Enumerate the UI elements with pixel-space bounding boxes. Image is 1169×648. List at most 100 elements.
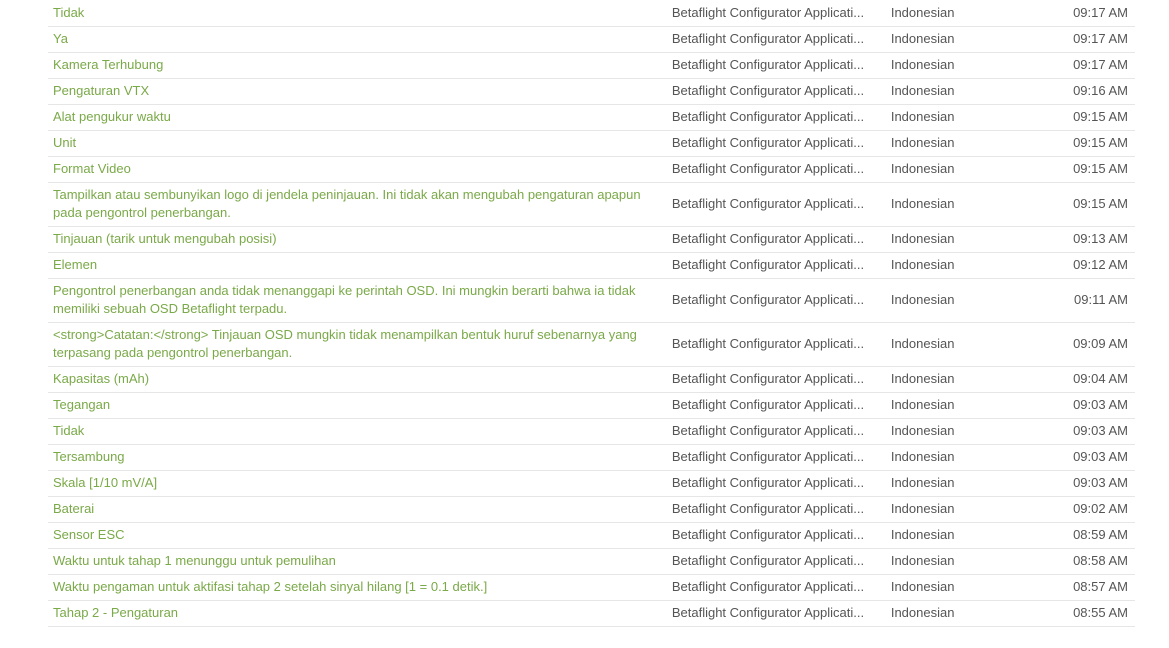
timestamp: 09:11 AM [1041, 278, 1135, 323]
table-row: Kapasitas (mAh) Betaflight Configurator A… [48, 366, 1135, 393]
table-row: Waktu untuk tahap 1 menunggu untuk pemul… [48, 548, 1135, 575]
table-row: Waktu pengaman untuk aktifasi tahap 2 se… [48, 574, 1135, 601]
project-name: Betaflight Configurator Applicati... [667, 444, 886, 471]
timestamp: 09:03 AM [1041, 392, 1135, 419]
language-name: Indonesian [885, 470, 1042, 497]
activity-rows: Tidak Betaflight Configurator Applicati..… [48, 0, 1135, 627]
timestamp: 08:59 AM [1041, 522, 1135, 549]
language-name: Indonesian [885, 418, 1042, 445]
project-name: Betaflight Configurator Applicati... [667, 78, 886, 105]
language-name: Indonesian [885, 0, 1042, 27]
project-name: Betaflight Configurator Applicati... [667, 252, 886, 279]
string-link[interactable]: Baterai [53, 500, 668, 518]
string-link[interactable]: <strong>Catatan:</strong> Tinjauan OSD m… [53, 326, 668, 362]
table-row: Tidak Betaflight Configurator Applicati..… [48, 0, 1135, 27]
table-row: Format Video Betaflight Configurator Appl… [48, 156, 1135, 183]
language-name: Indonesian [885, 226, 1042, 253]
language-name: Indonesian [885, 322, 1042, 367]
timestamp: 08:58 AM [1041, 548, 1135, 575]
string-link[interactable]: Tinjauan (tarik untuk mengubah posisi) [53, 230, 668, 248]
string-link[interactable]: Waktu untuk tahap 1 menunggu untuk pemul… [53, 552, 668, 570]
language-name: Indonesian [885, 52, 1042, 79]
timestamp: 09:17 AM [1041, 0, 1135, 27]
language-name: Indonesian [885, 156, 1042, 183]
project-name: Betaflight Configurator Applicati... [667, 496, 886, 523]
string-link[interactable]: Skala [1/10 mV/A] [53, 474, 668, 492]
activity-table: Tidak Betaflight Configurator Applicati..… [48, 0, 1135, 627]
table-row: Kamera Terhubung Betaflight Configurator … [48, 52, 1135, 79]
timestamp: 08:57 AM [1041, 574, 1135, 601]
language-name: Indonesian [885, 182, 1042, 227]
table-row: Unit Betaflight Configurator Applicati...… [48, 130, 1135, 157]
string-link[interactable]: Kamera Terhubung [53, 56, 668, 74]
timestamp: 09:16 AM [1041, 78, 1135, 105]
table-row: Elemen Betaflight Configurator Applicati.… [48, 252, 1135, 279]
project-name: Betaflight Configurator Applicati... [667, 470, 886, 497]
language-name: Indonesian [885, 444, 1042, 471]
timestamp: 09:15 AM [1041, 130, 1135, 157]
string-link[interactable]: Unit [53, 134, 668, 152]
table-row: Pengontrol penerbangan anda tidak menang… [48, 278, 1135, 323]
project-name: Betaflight Configurator Applicati... [667, 574, 886, 601]
timestamp: 09:03 AM [1041, 470, 1135, 497]
string-link[interactable]: Format Video [53, 160, 668, 178]
language-name: Indonesian [885, 600, 1042, 627]
table-row: Alat pengukur waktu Betaflight Configurat… [48, 104, 1135, 131]
table-row: Skala [1/10 mV/A] Betaflight Configurator… [48, 470, 1135, 497]
string-link[interactable]: Tegangan [53, 396, 668, 414]
project-name: Betaflight Configurator Applicati... [667, 418, 886, 445]
table-row: Tegangan Betaflight Configurator Applicat… [48, 392, 1135, 419]
table-row: Tersambung Betaflight Configurator Applic… [48, 444, 1135, 471]
string-link[interactable]: Waktu pengaman untuk aktifasi tahap 2 se… [53, 578, 668, 596]
timestamp: 09:17 AM [1041, 26, 1135, 53]
string-link[interactable]: Tidak [53, 422, 668, 440]
language-name: Indonesian [885, 522, 1042, 549]
string-link[interactable]: Kapasitas (mAh) [53, 370, 668, 388]
timestamp: 09:13 AM [1041, 226, 1135, 253]
string-link[interactable]: Elemen [53, 256, 668, 274]
timestamp: 09:15 AM [1041, 104, 1135, 131]
language-name: Indonesian [885, 104, 1042, 131]
project-name: Betaflight Configurator Applicati... [667, 156, 886, 183]
table-row: Tinjauan (tarik untuk mengubah posisi) Be… [48, 226, 1135, 253]
project-name: Betaflight Configurator Applicati... [667, 104, 886, 131]
timestamp: 09:09 AM [1041, 322, 1135, 367]
timestamp: 09:03 AM [1041, 418, 1135, 445]
language-name: Indonesian [885, 496, 1042, 523]
project-name: Betaflight Configurator Applicati... [667, 366, 886, 393]
language-name: Indonesian [885, 548, 1042, 575]
project-name: Betaflight Configurator Applicati... [667, 130, 886, 157]
timestamp: 09:17 AM [1041, 52, 1135, 79]
string-link[interactable]: Ya [53, 30, 668, 48]
timestamp: 09:03 AM [1041, 444, 1135, 471]
string-link[interactable]: Sensor ESC [53, 526, 668, 544]
project-name: Betaflight Configurator Applicati... [667, 278, 886, 323]
table-row: Tidak Betaflight Configurator Applicati..… [48, 418, 1135, 445]
language-name: Indonesian [885, 26, 1042, 53]
table-row: Tahap 2 - Pengaturan Betaflight Configura… [48, 600, 1135, 627]
project-name: Betaflight Configurator Applicati... [667, 226, 886, 253]
string-link[interactable]: Pengaturan VTX [53, 82, 668, 100]
language-name: Indonesian [885, 392, 1042, 419]
string-link[interactable]: Tidak [53, 4, 668, 22]
language-name: Indonesian [885, 130, 1042, 157]
string-link[interactable]: Tampilkan atau sembunyikan logo di jende… [53, 186, 668, 222]
project-name: Betaflight Configurator Applicati... [667, 600, 886, 627]
language-name: Indonesian [885, 366, 1042, 393]
timestamp: 08:55 AM [1041, 600, 1135, 627]
string-link[interactable]: Alat pengukur waktu [53, 108, 668, 126]
string-link[interactable]: Tersambung [53, 448, 668, 466]
string-link[interactable]: Tahap 2 - Pengaturan [53, 604, 668, 622]
project-name: Betaflight Configurator Applicati... [667, 322, 886, 367]
table-row: <strong>Catatan:</strong> Tinjauan OSD m… [48, 322, 1135, 367]
language-name: Indonesian [885, 252, 1042, 279]
table-row: Ya Betaflight Configurator Applicati... In… [48, 26, 1135, 53]
project-name: Betaflight Configurator Applicati... [667, 522, 886, 549]
project-name: Betaflight Configurator Applicati... [667, 548, 886, 575]
language-name: Indonesian [885, 78, 1042, 105]
language-name: Indonesian [885, 574, 1042, 601]
timestamp: 09:04 AM [1041, 366, 1135, 393]
timestamp: 09:02 AM [1041, 496, 1135, 523]
project-name: Betaflight Configurator Applicati... [667, 52, 886, 79]
string-link[interactable]: Pengontrol penerbangan anda tidak menang… [53, 282, 668, 318]
